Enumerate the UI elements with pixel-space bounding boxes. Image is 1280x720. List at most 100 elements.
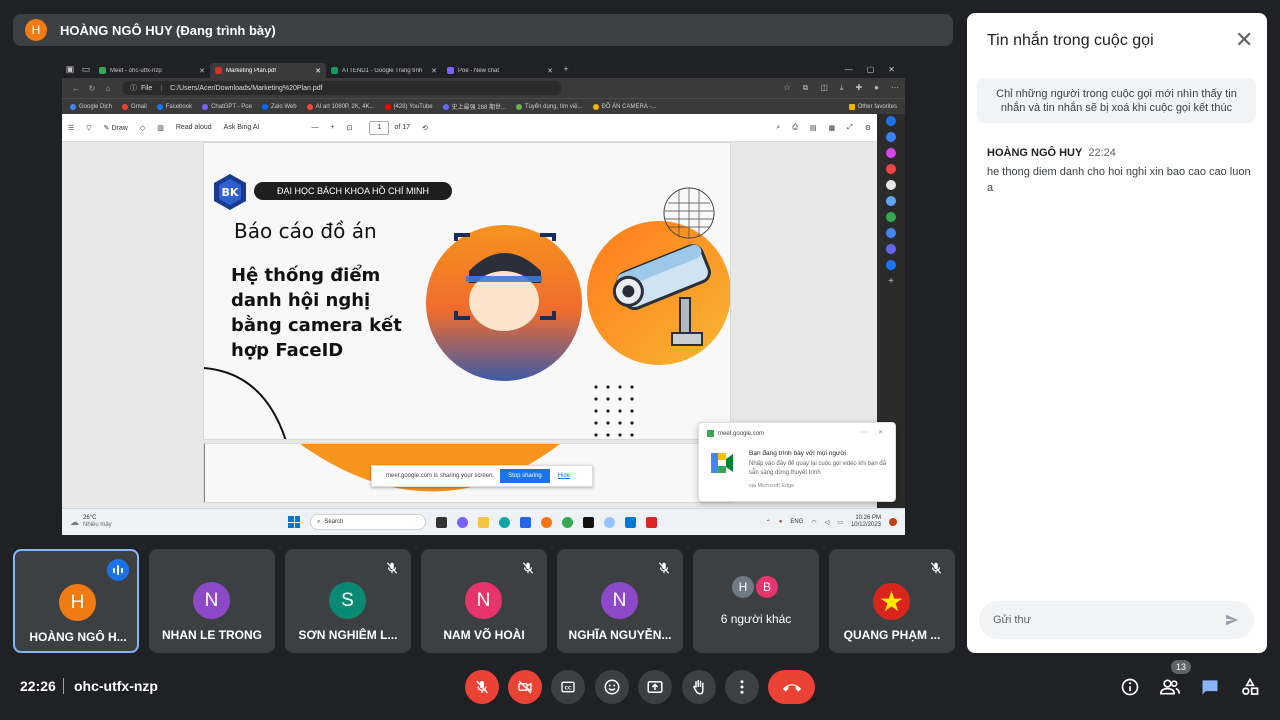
participant-tile[interactable]: QUANG PHẠM ... (829, 549, 955, 653)
more-icon[interactable]: ⋯ (891, 83, 899, 93)
wifi-icon[interactable]: ◠ (811, 519, 816, 526)
sidebar-add-icon[interactable]: + (888, 276, 894, 287)
taskview-icon[interactable] (436, 516, 447, 528)
camera-toggle-button[interactable] (508, 670, 542, 704)
home-icon[interactable]: ⌂ (100, 84, 116, 93)
back-icon[interactable]: ← (68, 84, 84, 93)
collections-icon[interactable]: ⧉ (803, 83, 809, 93)
bookmark-item[interactable]: 史上最强 288 期世... (442, 102, 506, 111)
notion-icon[interactable] (583, 516, 594, 528)
hide-share-bar-button[interactable]: Hide (558, 473, 570, 479)
firefox-icon[interactable] (541, 516, 552, 528)
maximize-icon[interactable]: ▢ (867, 65, 875, 74)
raise-hand-button[interactable] (682, 670, 716, 704)
rotate-icon[interactable]: ⟲ (422, 124, 428, 132)
bookmark-item[interactable]: ĐỒ ÁN CAMERA -... (592, 103, 656, 110)
contents-icon[interactable]: ☰ (68, 124, 74, 132)
battery-icon[interactable]: ▭ (837, 519, 843, 526)
pdf-settings-icon[interactable]: ⚙ (865, 124, 871, 132)
zoom-in-icon[interactable]: + (330, 124, 334, 131)
favorite-icon[interactable]: ☆ (783, 83, 790, 93)
minimize-icon[interactable]: — (845, 65, 853, 74)
participant-tile[interactable]: S SƠN NGHIÊM L... (285, 549, 411, 653)
notification-badge-icon[interactable] (889, 518, 897, 526)
sidebar-app-icon[interactable] (886, 196, 896, 206)
presenting-notification[interactable]: meet.google.com ⋯ ✕ Bạn đang trình bày v… (698, 422, 896, 502)
bookmark-item[interactable]: AI art 1080P, 2K, 4K... (306, 103, 375, 110)
sidebar-app-icon[interactable] (886, 132, 896, 142)
page-view-icon[interactable]: ▥ (157, 124, 164, 132)
tray-expand-icon[interactable]: ⌃ (766, 519, 771, 526)
page-number-input[interactable]: 1 (369, 120, 390, 135)
notification-close-icon[interactable]: ✕ (878, 429, 883, 436)
mic-toggle-button[interactable] (465, 670, 499, 704)
draw-button[interactable]: ✎ Draw (104, 124, 128, 132)
shared-screen[interactable]: ▣ ▭ Meet - ohc-utfx-nzp ✕ Marketing Plan.… (62, 60, 905, 535)
recorder-icon[interactable] (646, 516, 657, 528)
bookmark-item[interactable]: Facebook (156, 103, 192, 110)
url-field[interactable]: ⓘ File | C:/Users/Acer/Downloads/Marketi… (122, 81, 562, 95)
present-button[interactable] (638, 670, 672, 704)
zoom-out-icon[interactable]: — (311, 124, 318, 131)
browser-tab-poe[interactable]: Poe - New chat ✕ (442, 63, 558, 78)
download-icon[interactable]: ⤓ (840, 83, 844, 93)
vscode-icon[interactable] (625, 516, 636, 528)
save-as-icon[interactable]: ▦ (828, 124, 835, 132)
tray-clock[interactable]: 10:26 PM 10/12/2023 (851, 515, 881, 529)
fit-page-icon[interactable]: ⊡ (347, 124, 353, 132)
mic-tray-icon[interactable]: ● (779, 519, 783, 525)
browser-tab-sheets[interactable]: ATTEND1 - Google Trang tính ✕ (326, 63, 442, 78)
file-explorer-icon[interactable] (478, 516, 489, 528)
people-button[interactable] (1159, 676, 1181, 698)
sidebar-app-icon[interactable] (886, 244, 896, 254)
participant-tile[interactable]: N NAM VÕ HOÀI (421, 549, 547, 653)
weather-widget[interactable]: ☁ 26°C Nhiều mây (70, 515, 210, 529)
taskbar-search[interactable]: ⌕ Search (310, 514, 426, 530)
sidebar-app-icon[interactable] (886, 180, 896, 190)
browser-tab-meet[interactable]: Meet - ohc-utfx-nzp ✕ (94, 63, 210, 78)
bing-icon[interactable] (886, 116, 896, 126)
sidebar-app-icon[interactable] (886, 228, 896, 238)
eraser-icon[interactable]: ◇ (140, 124, 145, 132)
split-icon[interactable]: ◫ (820, 83, 828, 93)
sidebar-app-icon[interactable] (886, 164, 896, 174)
sidebar-app-icon[interactable] (886, 260, 896, 270)
profile-icon[interactable]: ● (874, 83, 879, 93)
notification-more-icon[interactable]: ⋯ (861, 429, 867, 436)
bookmark-item[interactable]: Tuyển dụng, tìm việ... (516, 103, 583, 110)
highlight-icon[interactable]: ▽ (86, 124, 91, 132)
fullscreen-icon[interactable]: ⤢ (847, 124, 853, 132)
browser-tab-pdf[interactable]: Marketing Plan.pdf ✕ (210, 63, 326, 78)
activities-button[interactable] (1239, 676, 1261, 698)
pdf-search-icon[interactable]: ⌕ (776, 124, 780, 132)
captions-button[interactable]: CC (551, 670, 585, 704)
workspaces-icon[interactable]: ▭ (78, 60, 94, 78)
send-icon[interactable] (1224, 612, 1240, 628)
reactions-button[interactable] (595, 670, 629, 704)
chat-app-icon[interactable] (457, 516, 468, 528)
bookmark-item[interactable]: ChatGPT - Poe (202, 103, 252, 110)
volume-icon[interactable]: ◁ (825, 519, 830, 526)
read-aloud-button[interactable]: Read aloud (176, 124, 212, 131)
ask-bing-button[interactable]: Ask Bing AI (224, 124, 260, 131)
bookmark-item[interactable]: Zalo Web (261, 103, 297, 110)
save-icon[interactable]: ▤ (810, 124, 817, 132)
extensions-icon[interactable]: ✚ (855, 83, 862, 93)
app-icon[interactable] (604, 516, 615, 528)
others-tile[interactable]: H B 6 người khác (693, 549, 819, 653)
stop-sharing-button[interactable]: Stop sharing (500, 469, 550, 483)
new-tab-icon[interactable]: + (558, 60, 574, 78)
edge-icon[interactable] (499, 516, 510, 528)
message-input[interactable]: Gửi thư (979, 601, 1254, 639)
language-indicator[interactable]: ENG (790, 519, 803, 525)
window-close-icon[interactable]: ✕ (888, 65, 895, 74)
participant-tile[interactable]: N NHAN LE TRONG (149, 549, 275, 653)
close-icon[interactable]: ✕ (1235, 29, 1253, 51)
sidebar-app-icon[interactable] (886, 148, 896, 158)
meeting-details-button[interactable] (1119, 676, 1141, 698)
participant-tile[interactable]: N NGHĨA NGUYỄN... (557, 549, 683, 653)
chrome-icon[interactable] (562, 516, 573, 528)
window-menu-icon[interactable]: ▣ (62, 60, 78, 78)
print-icon[interactable]: ⎙ (792, 124, 798, 132)
bookmark-item[interactable]: Google Dịch (70, 103, 112, 110)
